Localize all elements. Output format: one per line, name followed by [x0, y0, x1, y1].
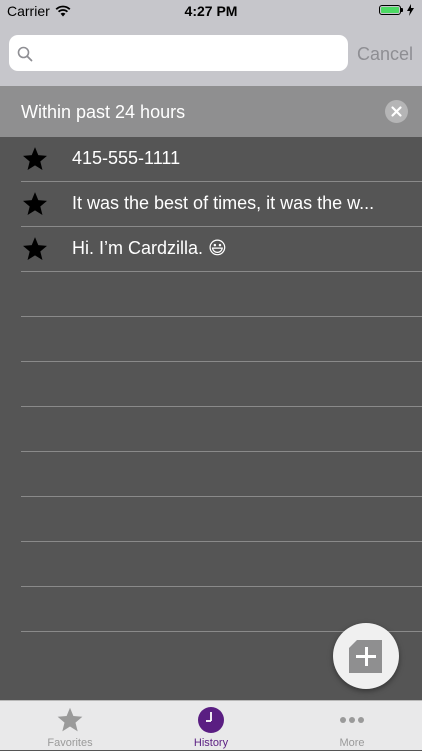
clock-icon	[198, 707, 224, 733]
star-icon	[57, 707, 83, 732]
tab-label: History	[193, 737, 229, 749]
tab-bar: Favorites History More	[0, 700, 422, 750]
tab-label: Favorites	[47, 737, 93, 749]
tab-label: More	[339, 737, 365, 749]
tab-more[interactable]: More	[282, 701, 422, 751]
battery-icon	[379, 5, 403, 15]
history-list: 415-555-1111 It was the best of times, i…	[0, 137, 422, 632]
empty-row	[21, 272, 422, 317]
close-icon	[391, 106, 402, 117]
tab-favorites[interactable]: Favorites	[0, 701, 140, 751]
status-time: 4:27 PM	[184, 3, 238, 19]
section-title: Within past 24 hours	[21, 102, 186, 122]
star-icon[interactable]	[21, 146, 49, 172]
tab-history[interactable]: History	[141, 701, 281, 751]
search-bar: Cancel	[0, 22, 422, 86]
status-bar: Carrier 4:27 PM	[0, 0, 422, 22]
empty-row	[21, 362, 422, 407]
list-item[interactable]: 415-555-1111	[21, 137, 422, 182]
star-icon[interactable]	[21, 191, 49, 217]
star-icon[interactable]	[21, 236, 49, 262]
empty-row	[21, 317, 422, 362]
cancel-button[interactable]: Cancel	[357, 44, 413, 65]
clear-history-button[interactable]	[385, 100, 408, 123]
more-dots-icon	[340, 717, 364, 723]
empty-row	[21, 497, 422, 542]
list-item[interactable]: It was the best of times, it was the w..…	[21, 182, 422, 227]
empty-row	[21, 407, 422, 452]
empty-row	[21, 452, 422, 497]
list-item-text: 415-555-1111	[72, 148, 181, 168]
empty-row	[21, 542, 422, 587]
list-item[interactable]: Hi. I’m Cardzilla. 😃	[21, 227, 422, 272]
search-input[interactable]	[9, 35, 348, 71]
list-item-text: It was the best of times, it was the w..…	[72, 193, 375, 213]
list-item-text: Hi. I’m Cardzilla. 😃	[72, 238, 227, 258]
status-right	[379, 4, 414, 16]
add-card-button[interactable]	[333, 623, 399, 689]
charging-bolt-icon	[407, 4, 414, 16]
search-icon	[17, 46, 33, 62]
section-header: Within past 24 hours	[0, 86, 422, 137]
